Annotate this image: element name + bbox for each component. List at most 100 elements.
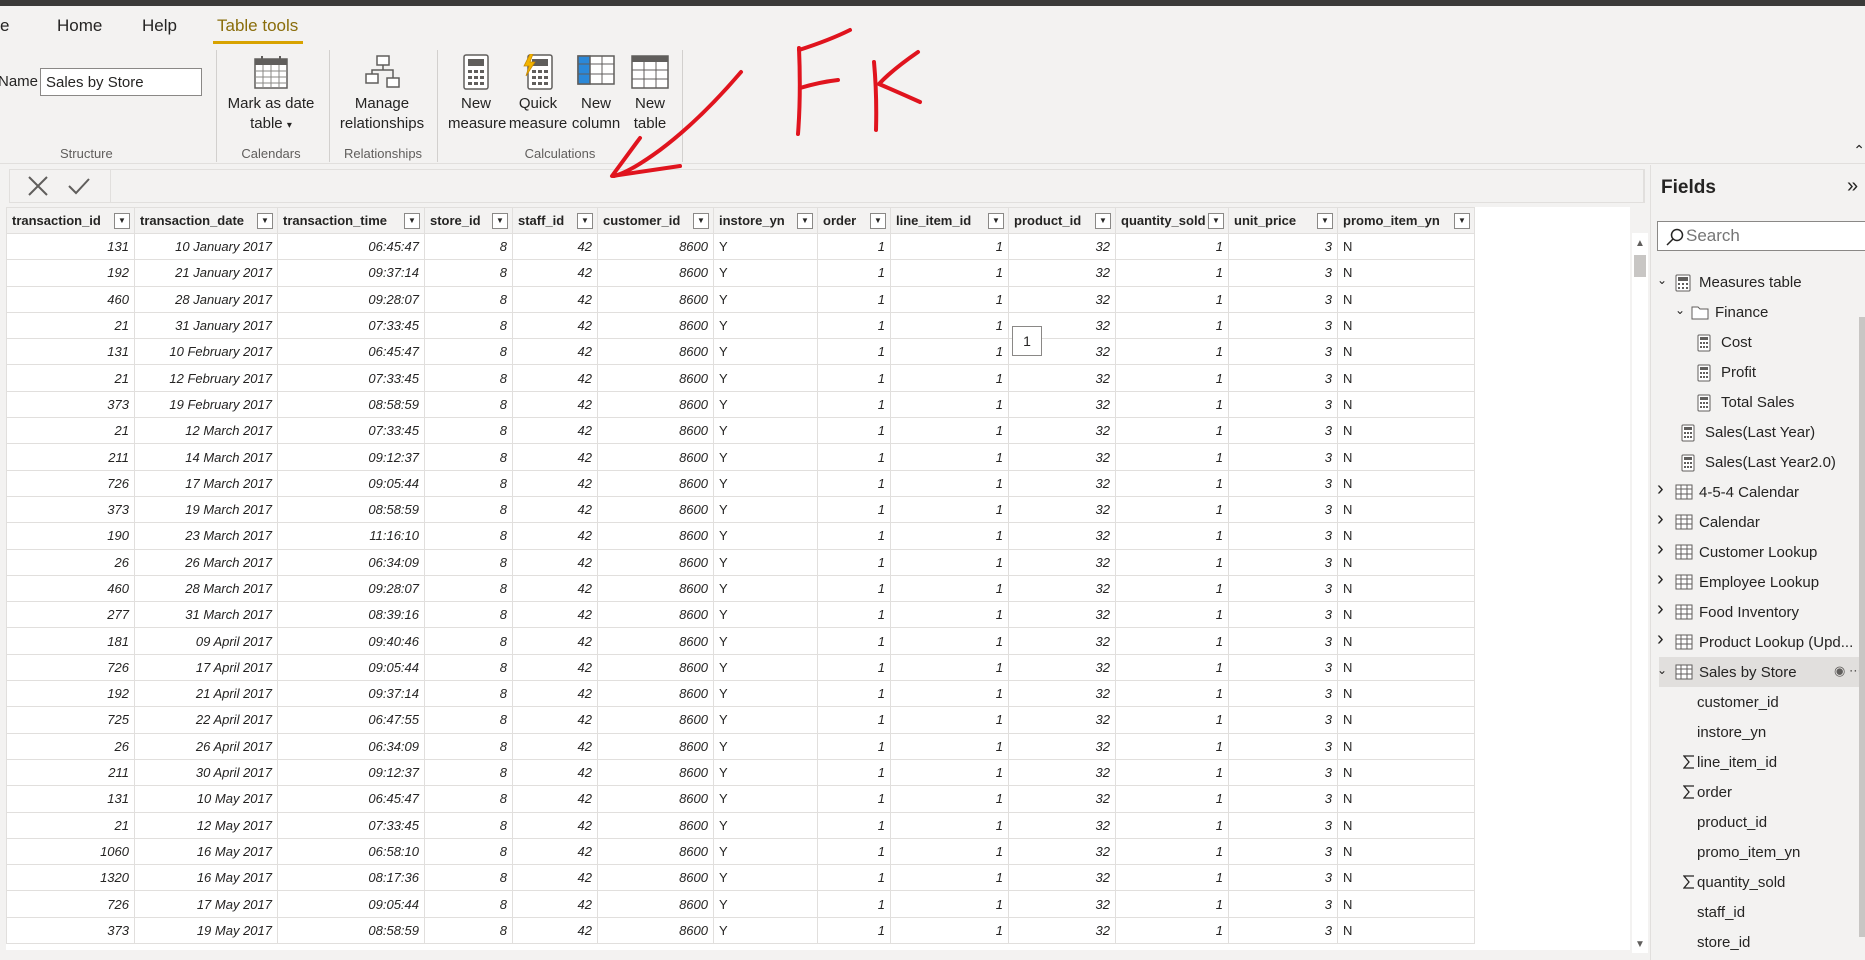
cell-staff_id[interactable]: 42 <box>512 916 598 945</box>
field-item-quantity-sold[interactable]: quantity_sold <box>1651 867 1865 897</box>
cell-quantity_sold[interactable]: 1 <box>1115 522 1229 550</box>
cell-quantity_sold[interactable]: 1 <box>1115 364 1229 392</box>
chevron-right-icon[interactable]: › <box>1657 568 1664 591</box>
cell-transaction_time[interactable]: 08:58:59 <box>277 495 425 524</box>
cell-instore_yn[interactable]: Y <box>713 601 818 629</box>
cell-product_id[interactable]: 32 <box>1008 706 1116 734</box>
cell-line_item_id[interactable]: 1 <box>890 601 1009 629</box>
cell-instore_yn[interactable]: Y <box>713 259 818 287</box>
cell-store_id[interactable]: 8 <box>424 469 513 497</box>
quick-measure-button[interactable]: Quick measure <box>508 54 568 134</box>
cell-unit_price[interactable]: 3 <box>1228 627 1338 655</box>
cell-transaction_time[interactable]: 07:33:45 <box>277 417 425 445</box>
cell-instore_yn[interactable]: Y <box>713 837 818 866</box>
cell-unit_price[interactable]: 3 <box>1228 417 1338 445</box>
table-row[interactable]: 373 19 March 2017 08:58:59 8 42 8600 Y 1 1 32 1 3 N <box>6 495 1475 524</box>
cell-store_id[interactable]: 8 <box>424 890 513 918</box>
cell-transaction_time[interactable]: 07:33:45 <box>277 364 425 392</box>
cell-transaction_id[interactable]: 21 <box>6 417 135 445</box>
cell-store_id[interactable]: 8 <box>424 837 513 866</box>
cell-staff_id[interactable]: 42 <box>512 443 598 471</box>
cell-transaction_time[interactable]: 06:45:47 <box>277 232 425 261</box>
table-row[interactable]: 460 28 March 2017 09:28:07 8 42 8600 Y 1 1 32 1 3 N <box>6 574 1475 603</box>
cell-instore_yn[interactable]: Y <box>713 732 818 760</box>
cell-customer_id[interactable]: 8600 <box>597 601 714 629</box>
field-item-sales-last-year2-0[interactable]: Sales(Last Year2.0) <box>1651 447 1865 477</box>
cell-unit_price[interactable]: 3 <box>1228 785 1338 813</box>
field-item-line-item-id[interactable]: line_item_id <box>1651 747 1865 777</box>
cell-instore_yn[interactable]: Y <box>713 890 818 918</box>
cell-quantity_sold[interactable]: 1 <box>1115 232 1229 261</box>
cell-staff_id[interactable]: 42 <box>512 627 598 655</box>
cell-transaction_time[interactable]: 07:33:45 <box>277 311 425 340</box>
cell-staff_id[interactable]: 42 <box>512 837 598 866</box>
cell-promo_item_yn[interactable]: N <box>1337 864 1475 892</box>
cell-promo_item_yn[interactable]: N <box>1337 495 1475 524</box>
chevron-right-icon[interactable]: › <box>1657 478 1664 501</box>
cell-quantity_sold[interactable]: 1 <box>1115 574 1229 603</box>
cell-unit_price[interactable]: 3 <box>1228 574 1338 603</box>
cell-promo_item_yn[interactable]: N <box>1337 311 1475 340</box>
chevron-right-icon[interactable]: › <box>1657 538 1664 561</box>
cell-unit_price[interactable]: 3 <box>1228 680 1338 708</box>
cell-promo_item_yn[interactable]: N <box>1337 627 1475 655</box>
table-row[interactable]: 21 12 February 2017 07:33:45 8 42 8600 Y 1 1 32 1 3… <box>6 364 1475 392</box>
cell-line_item_id[interactable]: 1 <box>890 548 1009 576</box>
cell-quantity_sold[interactable]: 1 <box>1115 864 1229 892</box>
cell-transaction_date[interactable]: 12 May 2017 <box>134 811 278 839</box>
tab-home[interactable]: Home <box>57 16 102 36</box>
field-item-measures-table[interactable]: ⌄ Measures table <box>1651 267 1865 297</box>
cell-line_item_id[interactable]: 1 <box>890 443 1009 471</box>
cell-transaction_date[interactable]: 31 March 2017 <box>134 601 278 629</box>
cell-order[interactable]: 1 <box>817 469 891 497</box>
cell-promo_item_yn[interactable]: N <box>1337 548 1475 576</box>
cell-instore_yn[interactable]: Y <box>713 758 818 787</box>
cell-order[interactable]: 1 <box>817 311 891 340</box>
cell-instore_yn[interactable]: Y <box>713 469 818 497</box>
table-row[interactable]: 1320 16 May 2017 08:17:36 8 42 8600 Y 1 1 32 1 3 N <box>6 864 1475 892</box>
cell-unit_price[interactable]: 3 <box>1228 495 1338 524</box>
cell-transaction_time[interactable]: 09:05:44 <box>277 890 425 918</box>
table-row[interactable]: 373 19 February 2017 08:58:59 8 42 8600 Y 1 1 32 1… <box>6 390 1475 419</box>
cell-instore_yn[interactable]: Y <box>713 627 818 655</box>
cell-transaction_time[interactable]: 09:12:37 <box>277 443 425 471</box>
column-header-quantity_sold[interactable]: quantity_sold ▼ <box>1115 207 1229 234</box>
cell-unit_price[interactable]: 3 <box>1228 811 1338 839</box>
cell-transaction_id[interactable]: 211 <box>6 758 135 787</box>
cell-unit_price[interactable]: 3 <box>1228 916 1338 945</box>
field-item-order[interactable]: order <box>1651 777 1865 807</box>
cancel-formula-button[interactable] <box>23 171 53 201</box>
cell-transaction_date[interactable]: 30 April 2017 <box>134 758 278 787</box>
cell-line_item_id[interactable]: 1 <box>890 758 1009 787</box>
cell-order[interactable]: 1 <box>817 811 891 839</box>
cell-quantity_sold[interactable]: 1 <box>1115 443 1229 471</box>
field-item-food-inventory[interactable]: › Food Inventory <box>1651 597 1865 627</box>
manage-relationships-button[interactable]: Manage relationships <box>336 54 428 134</box>
cell-staff_id[interactable]: 42 <box>512 706 598 734</box>
cell-quantity_sold[interactable]: 1 <box>1115 916 1229 945</box>
cell-order[interactable]: 1 <box>817 390 891 419</box>
filter-dropdown-icon[interactable]: ▼ <box>114 213 130 229</box>
scrollbar-thumb[interactable] <box>1634 255 1646 277</box>
cell-unit_price[interactable]: 3 <box>1228 522 1338 550</box>
scrollbar-thumb[interactable] <box>1859 317 1865 937</box>
field-item-instore-yn[interactable]: instore_yn <box>1651 717 1865 747</box>
cell-product_id[interactable]: 32 <box>1008 443 1116 471</box>
cell-transaction_time[interactable]: 09:05:44 <box>277 653 425 682</box>
cell-line_item_id[interactable]: 1 <box>890 469 1009 497</box>
cell-staff_id[interactable]: 42 <box>512 495 598 524</box>
cell-customer_id[interactable]: 8600 <box>597 837 714 866</box>
cell-instore_yn[interactable]: Y <box>713 364 818 392</box>
cell-staff_id[interactable]: 42 <box>512 311 598 340</box>
cell-store_id[interactable]: 8 <box>424 311 513 340</box>
cell-line_item_id[interactable]: 1 <box>890 522 1009 550</box>
cell-product_id[interactable]: 32 <box>1008 390 1116 419</box>
cell-store_id[interactable]: 8 <box>424 443 513 471</box>
collapse-ribbon-icon[interactable]: ⌃ <box>1853 142 1865 159</box>
cell-transaction_id[interactable]: 373 <box>6 495 135 524</box>
cell-instore_yn[interactable]: Y <box>713 443 818 471</box>
cell-transaction_id[interactable]: 131 <box>6 785 135 813</box>
cell-store_id[interactable]: 8 <box>424 390 513 419</box>
cell-promo_item_yn[interactable]: N <box>1337 758 1475 787</box>
cell-line_item_id[interactable]: 1 <box>890 232 1009 261</box>
